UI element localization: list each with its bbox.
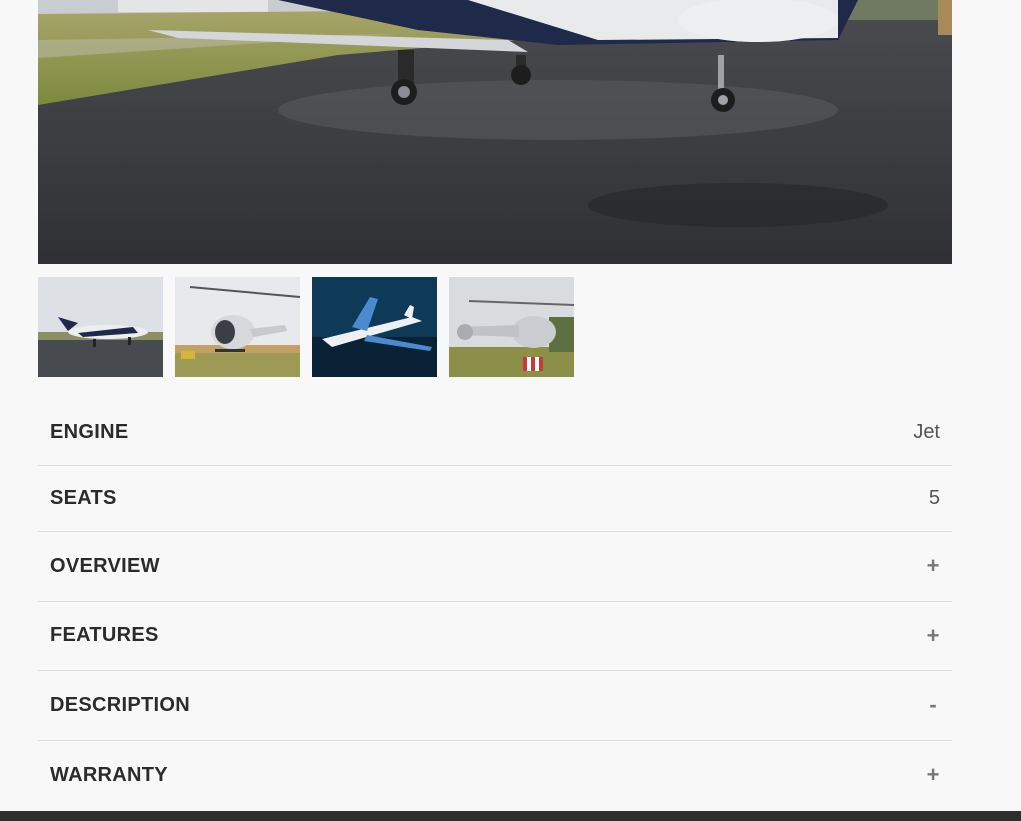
spec-value: 5	[928, 487, 940, 509]
main-product-photo	[38, 0, 952, 264]
product-page: ENGINE Jet SEATS 5 OVERVIEW + FEATURES +…	[0, 0, 1021, 821]
thumbnail-jet-on-tarmac[interactable]	[38, 277, 163, 377]
accordion-description[interactable]: DESCRIPTION -	[38, 671, 952, 741]
collapse-icon[interactable]: -	[926, 692, 940, 718]
thumbnail-helicopter-on-grass[interactable]	[175, 277, 300, 377]
spec-label: ENGINE	[50, 421, 129, 443]
footer-bar	[0, 811, 1021, 821]
accordion-overview[interactable]: OVERVIEW +	[38, 532, 952, 602]
thumbnail-strip	[38, 277, 574, 377]
accordion-features[interactable]: FEATURES +	[38, 602, 952, 671]
spec-row-engine: ENGINE Jet	[38, 400, 952, 466]
accordion-label: DESCRIPTION	[50, 693, 190, 716]
accordion-warranty[interactable]: WARRANTY +	[38, 741, 952, 811]
spec-list: ENGINE Jet SEATS 5 OVERVIEW + FEATURES +…	[38, 400, 952, 810]
spec-row-seats: SEATS 5	[38, 466, 952, 532]
expand-icon[interactable]: +	[926, 623, 940, 649]
expand-icon[interactable]: +	[926, 553, 940, 579]
thumbnail-jet-in-flight[interactable]	[312, 277, 437, 377]
spec-label: SEATS	[50, 487, 117, 509]
accordion-label: OVERVIEW	[50, 554, 160, 577]
accordion-label: FEATURES	[50, 624, 159, 647]
spec-value: Jet	[913, 421, 940, 443]
accordion-label: WARRANTY	[50, 763, 168, 786]
thumbnail-helicopter-hovering[interactable]	[449, 277, 574, 377]
expand-icon[interactable]: +	[926, 762, 940, 788]
